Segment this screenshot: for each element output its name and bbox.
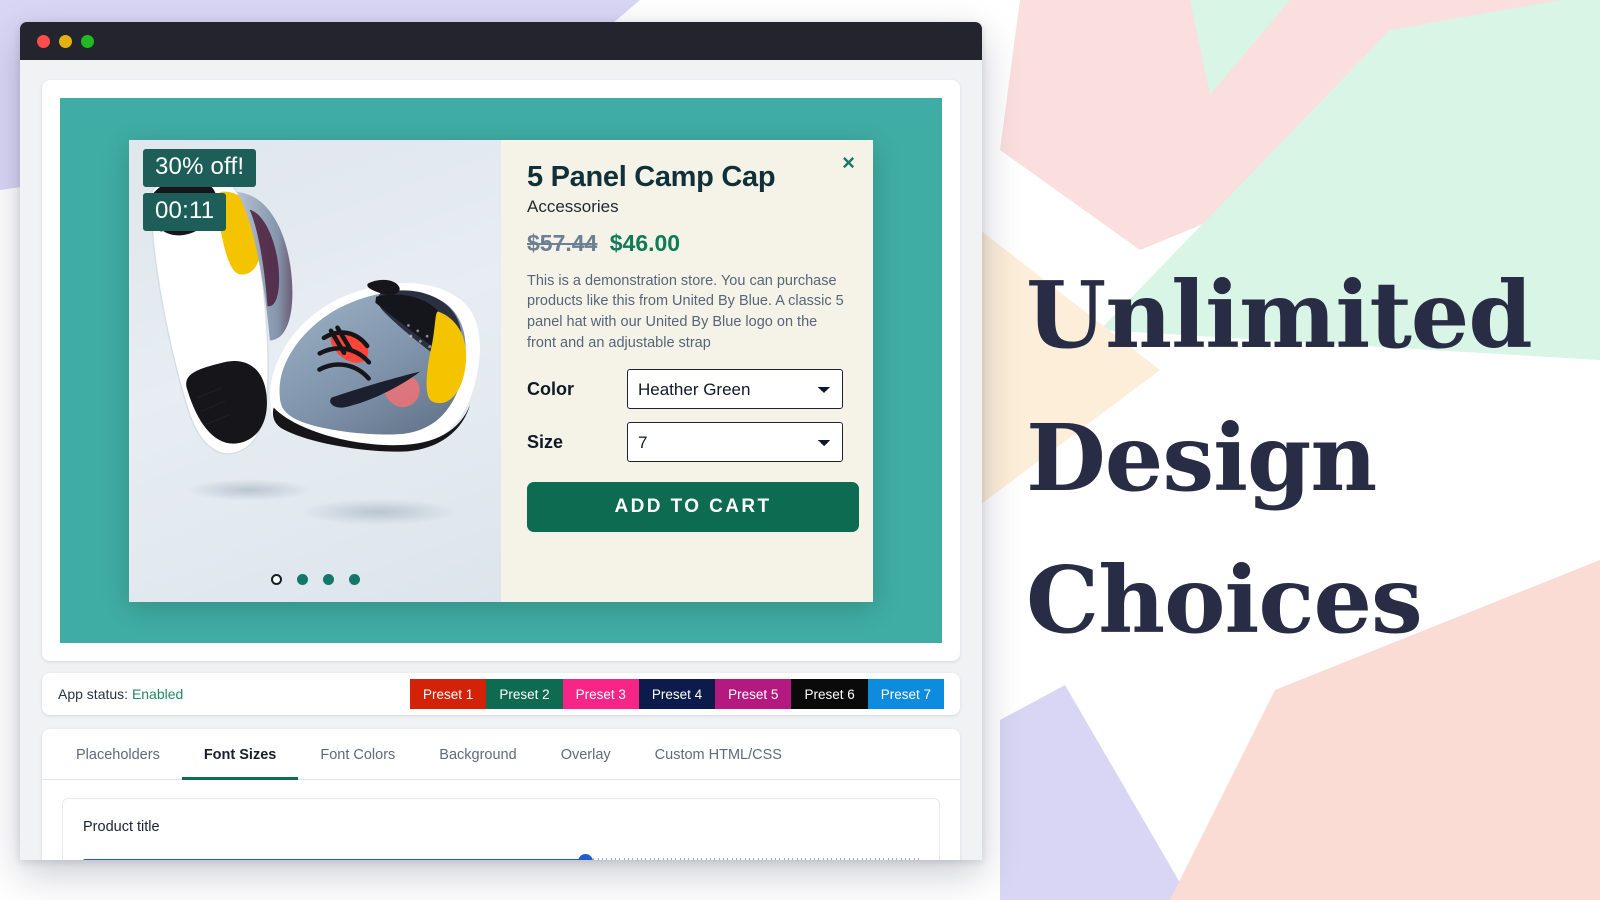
status-bar: App status: Enabled Preset 1 Preset 2 Pr…: [42, 673, 960, 715]
app-status-label: App status:: [58, 686, 129, 702]
app-status-value: Enabled: [131, 686, 184, 702]
preset-button-1[interactable]: Preset 1: [410, 679, 487, 709]
carousel-dot-3[interactable]: [322, 573, 334, 585]
product-popup: 30% off! 00:11 × 5 Panel Camp Cap Access…: [129, 139, 873, 602]
product-info-pane: × 5 Panel Camp Cap Accessories $57.44 $4…: [501, 139, 873, 602]
hero-line-1: Unlimited: [1026, 261, 1533, 369]
slider-card: Product title: [62, 798, 940, 860]
app-status: App status: Enabled: [58, 686, 183, 702]
slider-ticks: [584, 857, 919, 860]
hero-text: Unlimited Design Choices: [1026, 244, 1533, 672]
settings-panel: Placeholders Font Sizes Font Colors Back…: [42, 729, 960, 860]
settings-body: Product title: [42, 780, 960, 860]
preset-button-4[interactable]: Preset 4: [638, 679, 716, 709]
close-icon[interactable]: ×: [838, 150, 859, 176]
carousel-dot-2[interactable]: [296, 573, 308, 585]
browser-titlebar: [20, 22, 982, 60]
option-row-color: Color Heather Green: [527, 369, 847, 410]
overlay-stage: 30% off! 00:11 × 5 Panel Camp Cap Access…: [60, 98, 942, 643]
browser-content: 30% off! 00:11 × 5 Panel Camp Cap Access…: [20, 60, 982, 860]
discount-badge: 30% off!: [143, 148, 257, 187]
slider-fill: [83, 859, 585, 860]
hero-line-3: Choices: [1026, 546, 1423, 655]
preset-buttons: Preset 1 Preset 2 Preset 3 Preset 4 Pres…: [410, 679, 944, 709]
slider-label: Product title: [83, 819, 160, 835]
preset-button-2[interactable]: Preset 2: [486, 679, 563, 709]
product-image-pane: 30% off! 00:11: [129, 139, 501, 602]
preset-button-5[interactable]: Preset 5: [715, 679, 792, 709]
size-select[interactable]: 7: [627, 422, 843, 463]
settings-tabs: Placeholders Font Sizes Font Colors Back…: [42, 729, 960, 780]
maximize-dot[interactable]: [81, 34, 94, 48]
countdown-timer-badge: 00:11: [143, 192, 227, 231]
carousel-dots: [129, 573, 501, 585]
product-category: Accessories: [527, 196, 619, 216]
hero-line-2: Design: [1026, 403, 1377, 512]
preset-button-7[interactable]: Preset 7: [867, 679, 944, 709]
color-select[interactable]: Heather Green: [627, 369, 843, 410]
carousel-dot-1[interactable]: [270, 573, 282, 585]
browser-window: 30% off! 00:11 × 5 Panel Camp Cap Access…: [20, 22, 982, 860]
add-to-cart-button[interactable]: ADD TO CART: [527, 482, 859, 533]
tab-overlay[interactable]: Overlay: [539, 729, 633, 780]
tab-font-colors[interactable]: Font Colors: [298, 729, 417, 780]
price-current: $46.00: [609, 229, 681, 256]
product-title: 5 Panel Camp Cap: [527, 160, 776, 193]
product-title-size-slider[interactable]: [83, 853, 919, 860]
option-label-color: Color: [527, 378, 574, 399]
tab-background[interactable]: Background: [417, 729, 538, 780]
option-label-size: Size: [527, 431, 564, 452]
slider-thumb[interactable]: [577, 854, 593, 860]
preset-button-6[interactable]: Preset 6: [791, 679, 868, 709]
tab-font-sizes[interactable]: Font Sizes: [181, 729, 299, 780]
price-original: $57.44: [527, 229, 598, 256]
product-description: This is a demonstration store. You can p…: [527, 272, 844, 351]
price-row: $57.44 $46.00: [527, 230, 847, 257]
preset-button-3[interactable]: Preset 3: [562, 679, 639, 709]
carousel-dot-4[interactable]: [348, 573, 360, 585]
close-dot[interactable]: [37, 34, 50, 48]
preview-card: 30% off! 00:11 × 5 Panel Camp Cap Access…: [42, 80, 960, 661]
tab-placeholders[interactable]: Placeholders: [54, 729, 182, 780]
option-row-size: Size 7: [527, 422, 847, 463]
tab-custom-html-css[interactable]: Custom HTML/CSS: [633, 729, 804, 780]
minimize-dot[interactable]: [59, 34, 72, 48]
